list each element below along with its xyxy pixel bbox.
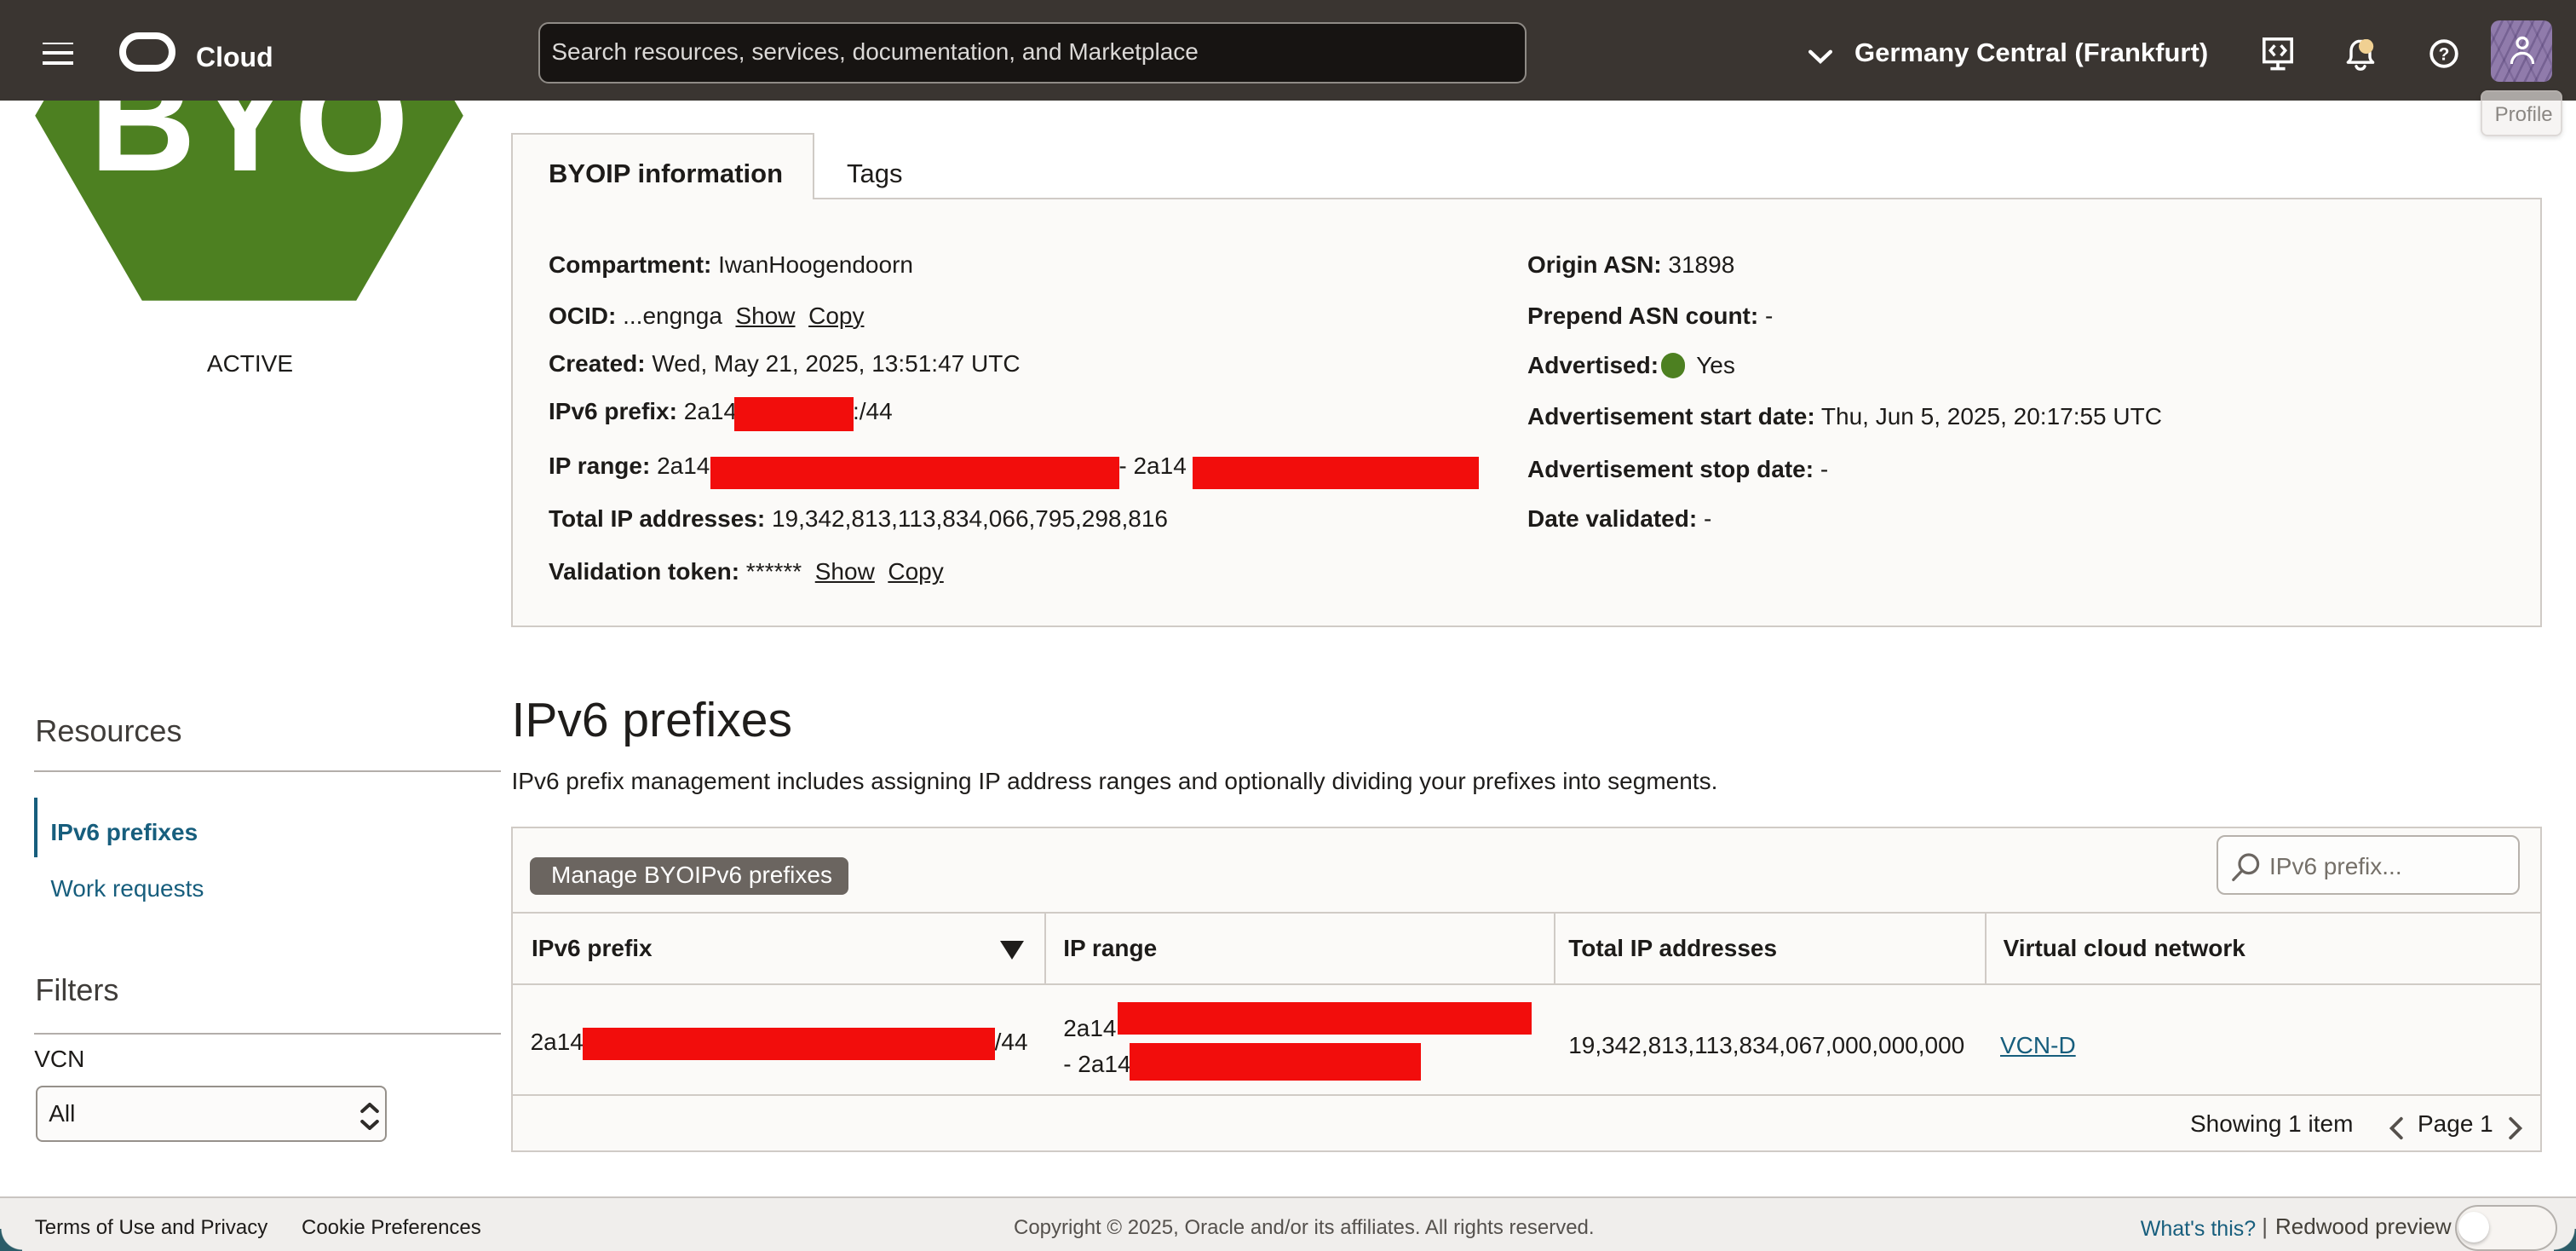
svg-text:?: ? <box>2439 44 2450 64</box>
